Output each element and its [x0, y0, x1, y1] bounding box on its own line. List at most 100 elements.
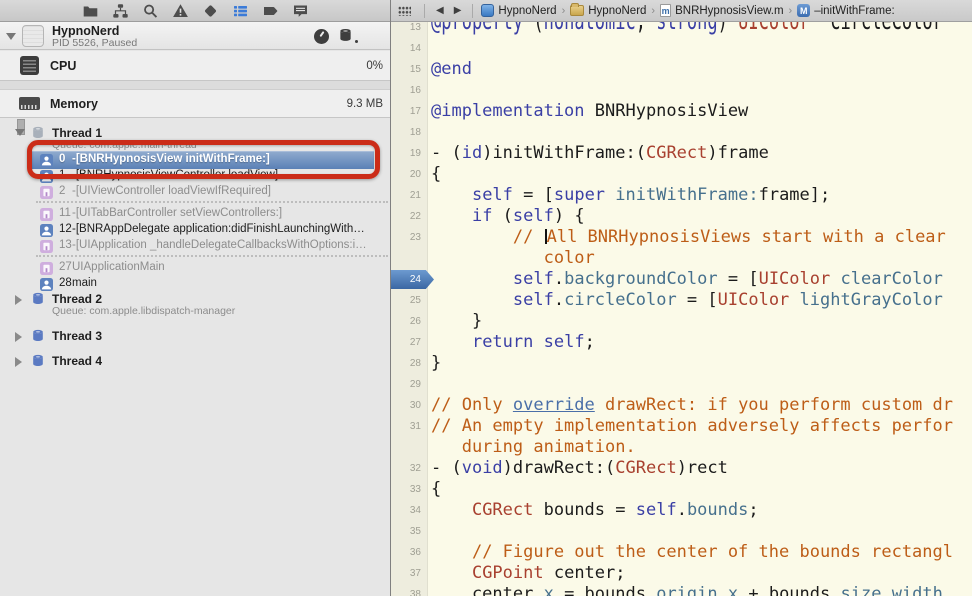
- line-number[interactable]: 34: [391, 500, 428, 521]
- breadcrumb-project[interactable]: HypnoNerd: [481, 4, 557, 17]
- code-line[interactable]: 23 // All BNRHypnosisViews start with a …: [391, 227, 972, 248]
- stack-frame-row[interactable]: 27 UIApplicationMain: [0, 260, 390, 276]
- disclosure-open-icon[interactable]: [15, 129, 25, 136]
- line-number[interactable]: 22: [391, 206, 428, 227]
- debug-navigator-icon[interactable]: [232, 3, 249, 19]
- code-line[interactable]: 24 self.backgroundColor = [UIColor clear…: [391, 269, 972, 290]
- log-navigator-icon[interactable]: [292, 3, 309, 19]
- line-number[interactable]: 14: [391, 38, 428, 59]
- line-number[interactable]: 21: [391, 185, 428, 206]
- related-items-icon[interactable]: [398, 5, 411, 16]
- spray-can-icon[interactable]: [338, 28, 353, 43]
- thread-icon: [31, 329, 45, 343]
- code-line[interactable]: 22 if (self) {: [391, 206, 972, 227]
- search-navigator-icon[interactable]: [142, 3, 159, 19]
- line-number[interactable]: 31: [391, 416, 428, 437]
- line-number[interactable]: 16: [391, 80, 428, 101]
- code-line[interactable]: 34 CGRect bounds = self.bounds;: [391, 500, 972, 521]
- disclosure-closed-icon[interactable]: [15, 295, 22, 305]
- code-line[interactable]: 21 self = [super initWithFrame:frame];: [391, 185, 972, 206]
- thread-row[interactable]: Thread 3: [0, 329, 390, 343]
- line-number[interactable]: 37: [391, 563, 428, 584]
- code-text: }: [431, 353, 442, 373]
- code-line[interactable]: 15 @end: [391, 59, 972, 80]
- line-number[interactable]: 33: [391, 479, 428, 500]
- code-line[interactable]: 28}: [391, 353, 972, 374]
- issue-navigator-icon[interactable]: [172, 3, 189, 19]
- code-line[interactable]: 37 CGPoint center;: [391, 563, 972, 584]
- line-number[interactable]: 27: [391, 332, 428, 353]
- code-line[interactable]: color: [391, 248, 972, 269]
- code-line[interactable]: 18: [391, 122, 972, 143]
- line-number[interactable]: 18: [391, 122, 428, 143]
- code-line[interactable]: 27 return self;: [391, 332, 972, 353]
- stack-frame-label: -[UIApplication _handleDelegateCallbacks…: [72, 239, 367, 251]
- source-editor[interactable]: 13@property (nonatomic, strong) UIColor …: [391, 0, 972, 596]
- line-number[interactable]: 15: [391, 59, 428, 80]
- code-line[interactable]: during animation.: [391, 437, 972, 458]
- thread-row[interactable]: Thread 4: [0, 354, 390, 368]
- code-line[interactable]: 14: [391, 38, 972, 59]
- process-row[interactable]: HypnoNerd PID 5526, Paused: [0, 22, 390, 50]
- code-line[interactable]: 32- (void)drawRect:(CGRect)rect: [391, 458, 972, 479]
- breadcrumb-file[interactable]: m BNRHypnosisView.m: [660, 4, 784, 17]
- forward-button[interactable]: ▶: [454, 5, 462, 16]
- line-number[interactable]: [391, 248, 428, 269]
- stack-frame-row[interactable]: 11 -[UITabBarController setViewController…: [0, 206, 390, 222]
- code-line[interactable]: 19- (id)initWithFrame:(CGRect)frame: [391, 143, 972, 164]
- code-line[interactable]: 25 self.circleColor = [UIColor lightGray…: [391, 290, 972, 311]
- line-number[interactable]: 23: [391, 227, 428, 248]
- memory-gauge-row[interactable]: Memory 9.3 MB: [0, 90, 390, 118]
- test-navigator-icon[interactable]: [202, 3, 219, 19]
- jump-bar: ◀ ▶ HypnoNerd › HypnoNerd › m BNRHypnosi…: [391, 0, 972, 22]
- code-text: {: [431, 164, 442, 184]
- line-number[interactable]: 17: [391, 101, 428, 122]
- line-number[interactable]: 38: [391, 584, 428, 596]
- stack-frame-row[interactable]: 12 -[BNRAppDelegate application:didFinish…: [0, 222, 390, 238]
- breadcrumb-symbol[interactable]: M –initWithFrame:: [797, 4, 895, 17]
- code-line[interactable]: 31// An empty implementation adversely a…: [391, 416, 972, 437]
- thread-row[interactable]: Thread 2 Queue: com.apple.libdispatch-man…: [0, 292, 390, 318]
- back-button[interactable]: ◀: [436, 5, 444, 16]
- line-number[interactable]: 25: [391, 290, 428, 311]
- disclosure-triangle-icon[interactable]: [6, 33, 16, 40]
- code-line[interactable]: 29: [391, 374, 972, 395]
- code-text: - (id)initWithFrame:(CGRect)frame: [431, 143, 769, 163]
- project-navigator-icon[interactable]: [82, 3, 99, 19]
- breakpoint-navigator-icon[interactable]: [262, 3, 279, 19]
- line-number[interactable]: 32: [391, 458, 428, 479]
- line-number[interactable]: 20: [391, 164, 428, 185]
- stack-frame-row[interactable]: 2 -[UIViewController loadViewIfRequired]: [0, 184, 390, 200]
- symbol-navigator-icon[interactable]: [112, 3, 129, 19]
- line-number[interactable]: 24: [391, 269, 428, 290]
- panel-divider[interactable]: [390, 0, 391, 596]
- line-number[interactable]: 30: [391, 395, 428, 416]
- cpu-gauge-row[interactable]: CPU 0%: [0, 51, 390, 81]
- breadcrumb-group[interactable]: HypnoNerd: [570, 3, 646, 17]
- code-line[interactable]: 35: [391, 521, 972, 542]
- code-line[interactable]: 20{: [391, 164, 972, 185]
- line-number[interactable]: 19: [391, 143, 428, 164]
- disclosure-closed-icon[interactable]: [15, 332, 22, 342]
- line-number[interactable]: 26: [391, 311, 428, 332]
- memory-label: Memory: [50, 96, 98, 111]
- code-line[interactable]: 17 @implementation BNRHypnosisView: [391, 101, 972, 122]
- line-number[interactable]: [391, 437, 428, 458]
- code-line[interactable]: 16: [391, 80, 972, 101]
- stack-frame-row[interactable]: 13 -[UIApplication _handleDelegateCallbac…: [0, 238, 390, 254]
- line-number[interactable]: 35: [391, 521, 428, 542]
- line-number[interactable]: 29: [391, 374, 428, 395]
- code-area[interactable]: 13@property (nonatomic, strong) UIColor …: [391, 0, 972, 596]
- code-line[interactable]: 26 }: [391, 311, 972, 332]
- code-line[interactable]: 30// Only override drawRect: if you perf…: [391, 395, 972, 416]
- gauge-icon[interactable]: [314, 29, 329, 44]
- stack-frame-row[interactable]: 28 main: [0, 276, 390, 292]
- line-number[interactable]: 36: [391, 542, 428, 563]
- code-line[interactable]: 38 center.x = bounds.origin.x + bounds.s…: [391, 584, 972, 596]
- code-line[interactable]: 36 // Figure out the center of the bound…: [391, 542, 972, 563]
- breadcrumb-file-label: BNRHypnosisView.m: [675, 4, 784, 17]
- code-line[interactable]: 33{: [391, 479, 972, 500]
- disclosure-closed-icon[interactable]: [15, 357, 22, 367]
- chevron-right-icon: ›: [788, 4, 793, 17]
- line-number[interactable]: 28: [391, 353, 428, 374]
